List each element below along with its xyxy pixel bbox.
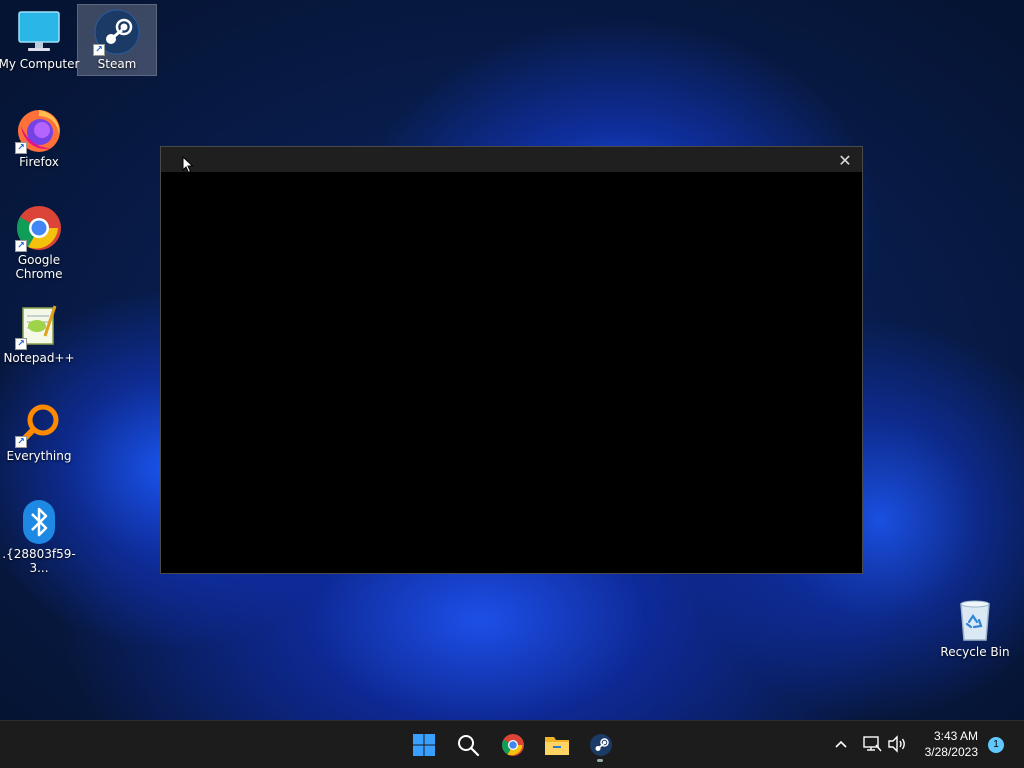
desktop-icon-label: Firefox — [19, 155, 59, 169]
desktop-icon-firefox[interactable]: ↗ Firefox — [0, 103, 78, 173]
notification-badge[interactable]: 1 — [988, 737, 1004, 753]
taskbar: 3:43 AM 3/28/2023 1 — [0, 720, 1024, 768]
steam-icon: ↗ — [93, 8, 141, 56]
firefox-icon: ↗ — [15, 106, 63, 154]
desktop: { "desktop": { "icons": [ {"label": "My … — [0, 0, 1024, 768]
shortcut-arrow-icon: ↗ — [93, 44, 105, 56]
start-icon — [413, 734, 435, 756]
desktop-icon-google-chrome[interactable]: ↗ Google Chrome — [0, 201, 78, 285]
start-button[interactable] — [408, 729, 440, 761]
show-hidden-icons-button[interactable] — [830, 733, 852, 755]
chevron-up-icon — [835, 740, 847, 748]
close-button[interactable]: ✕ — [834, 150, 856, 170]
chrome-icon: ↗ — [15, 204, 63, 252]
mouse-cursor-icon — [182, 155, 194, 178]
desktop-icon-label: Everything — [6, 449, 72, 463]
shortcut-arrow-icon: ↗ — [15, 338, 27, 350]
desktop-icon-my-computer[interactable]: My Computer — [0, 5, 80, 75]
taskbar-chrome-button[interactable] — [497, 729, 529, 761]
recycle-bin-icon — [951, 596, 999, 644]
desktop-icon-everything[interactable]: ↗ Everything — [0, 397, 78, 467]
desktop-icon-label: .{28803f59-3... — [2, 547, 76, 575]
desktop-icon-steam[interactable]: ↗ Steam — [77, 4, 157, 76]
shortcut-arrow-icon: ↗ — [15, 436, 27, 448]
file-explorer-icon — [545, 737, 569, 755]
desktop-icon-label: Steam — [97, 57, 137, 71]
search-icon — [458, 735, 480, 757]
everything-icon: ↗ — [15, 400, 63, 448]
desktop-icon-label: Notepad++ — [3, 351, 75, 365]
window-titlebar[interactable]: ✕ — [161, 147, 862, 172]
notepadpp-icon: ↗ — [15, 302, 63, 350]
desktop-icon-bluetooth[interactable]: .{28803f59-3... — [0, 495, 78, 575]
steam-running-indicator — [597, 759, 603, 762]
steam-icon — [590, 734, 612, 756]
desktop-icon-label: My Computer — [0, 57, 80, 71]
network-button[interactable] — [861, 733, 883, 755]
window-content[interactable] — [161, 172, 862, 573]
volume-icon — [888, 735, 905, 753]
network-icon — [863, 736, 882, 752]
chrome-icon — [502, 734, 524, 756]
taskbar-file-explorer-button[interactable] — [541, 729, 573, 761]
desktop-icon-notepad-plus-plus[interactable]: ↗ Notepad++ — [0, 299, 78, 369]
clock-date: 3/28/2023 — [924, 745, 978, 759]
close-icon: ✕ — [838, 150, 852, 170]
shortcut-arrow-icon: ↗ — [15, 240, 27, 252]
clock-time: 3:43 AM — [933, 729, 978, 743]
search-button[interactable] — [452, 729, 484, 761]
app-window[interactable]: ✕ — [160, 146, 863, 574]
bluetooth-icon — [15, 498, 63, 546]
volume-button[interactable] — [886, 733, 908, 755]
monitor-icon — [15, 8, 63, 56]
shortcut-arrow-icon: ↗ — [15, 142, 27, 154]
desktop-icon-recycle-bin[interactable]: Recycle Bin — [936, 593, 1014, 663]
desktop-icon-label: Recycle Bin — [940, 645, 1010, 659]
taskbar-clock[interactable]: 3:43 AM 3/28/2023 — [925, 728, 978, 760]
taskbar-steam-button[interactable] — [585, 729, 617, 761]
desktop-icon-label: Google Chrome — [15, 253, 63, 281]
